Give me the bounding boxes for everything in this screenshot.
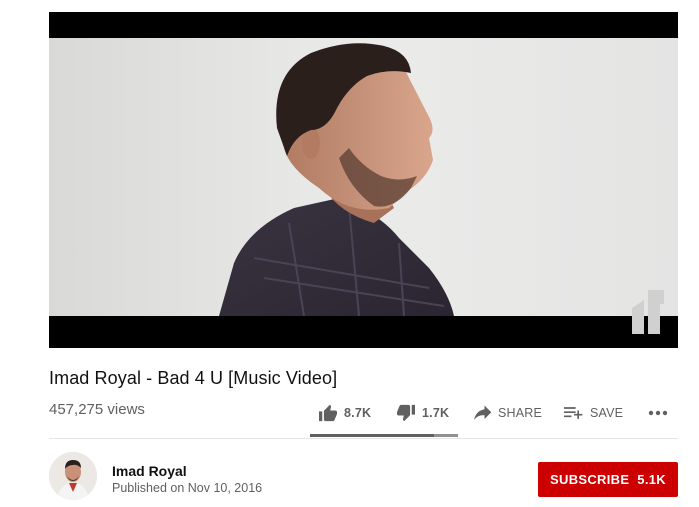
- playlist-add-icon: [564, 407, 583, 419]
- publish-date: Published on Nov 10, 2016: [112, 481, 263, 495]
- subscribe-label: SUBSCRIBE: [550, 472, 630, 487]
- video-thumbnail-image: [49, 38, 678, 316]
- video-title: Imad Royal - Bad 4 U [Music Video]: [49, 368, 338, 388]
- channel-avatar[interactable]: [49, 452, 97, 500]
- channel-watermark-icon[interactable]: [630, 290, 668, 334]
- like-count: 8.7K: [344, 406, 372, 420]
- thumbs-down-icon: [397, 404, 415, 422]
- subscriber-count: 5.1K: [637, 472, 666, 487]
- video-player[interactable]: [49, 12, 678, 348]
- dislike-count: 1.7K: [422, 406, 450, 420]
- section-divider: [49, 438, 678, 439]
- view-count: 457,275 views: [49, 401, 145, 418]
- more-horizontal-icon: [648, 410, 668, 416]
- top-bar: [0, 0, 699, 12]
- share-label: SHARE: [498, 406, 543, 420]
- dislike-button[interactable]: 1.7K: [396, 400, 449, 426]
- share-button[interactable]: SHARE: [474, 400, 542, 426]
- share-arrow-icon: [474, 405, 492, 421]
- like-button[interactable]: 8.7K: [318, 400, 371, 426]
- like-dislike-bar: [310, 434, 458, 437]
- video-frame[interactable]: [49, 38, 678, 316]
- more-actions-button[interactable]: [648, 400, 668, 426]
- like-ratio-fill: [310, 434, 435, 437]
- save-label: SAVE: [590, 406, 624, 420]
- subscribe-button[interactable]: SUBSCRIBE 5.1K: [538, 462, 678, 497]
- save-button[interactable]: SAVE: [564, 400, 623, 426]
- thumbs-up-icon: [319, 404, 337, 422]
- channel-name[interactable]: Imad Royal: [112, 463, 187, 479]
- avatar-image: [49, 452, 97, 500]
